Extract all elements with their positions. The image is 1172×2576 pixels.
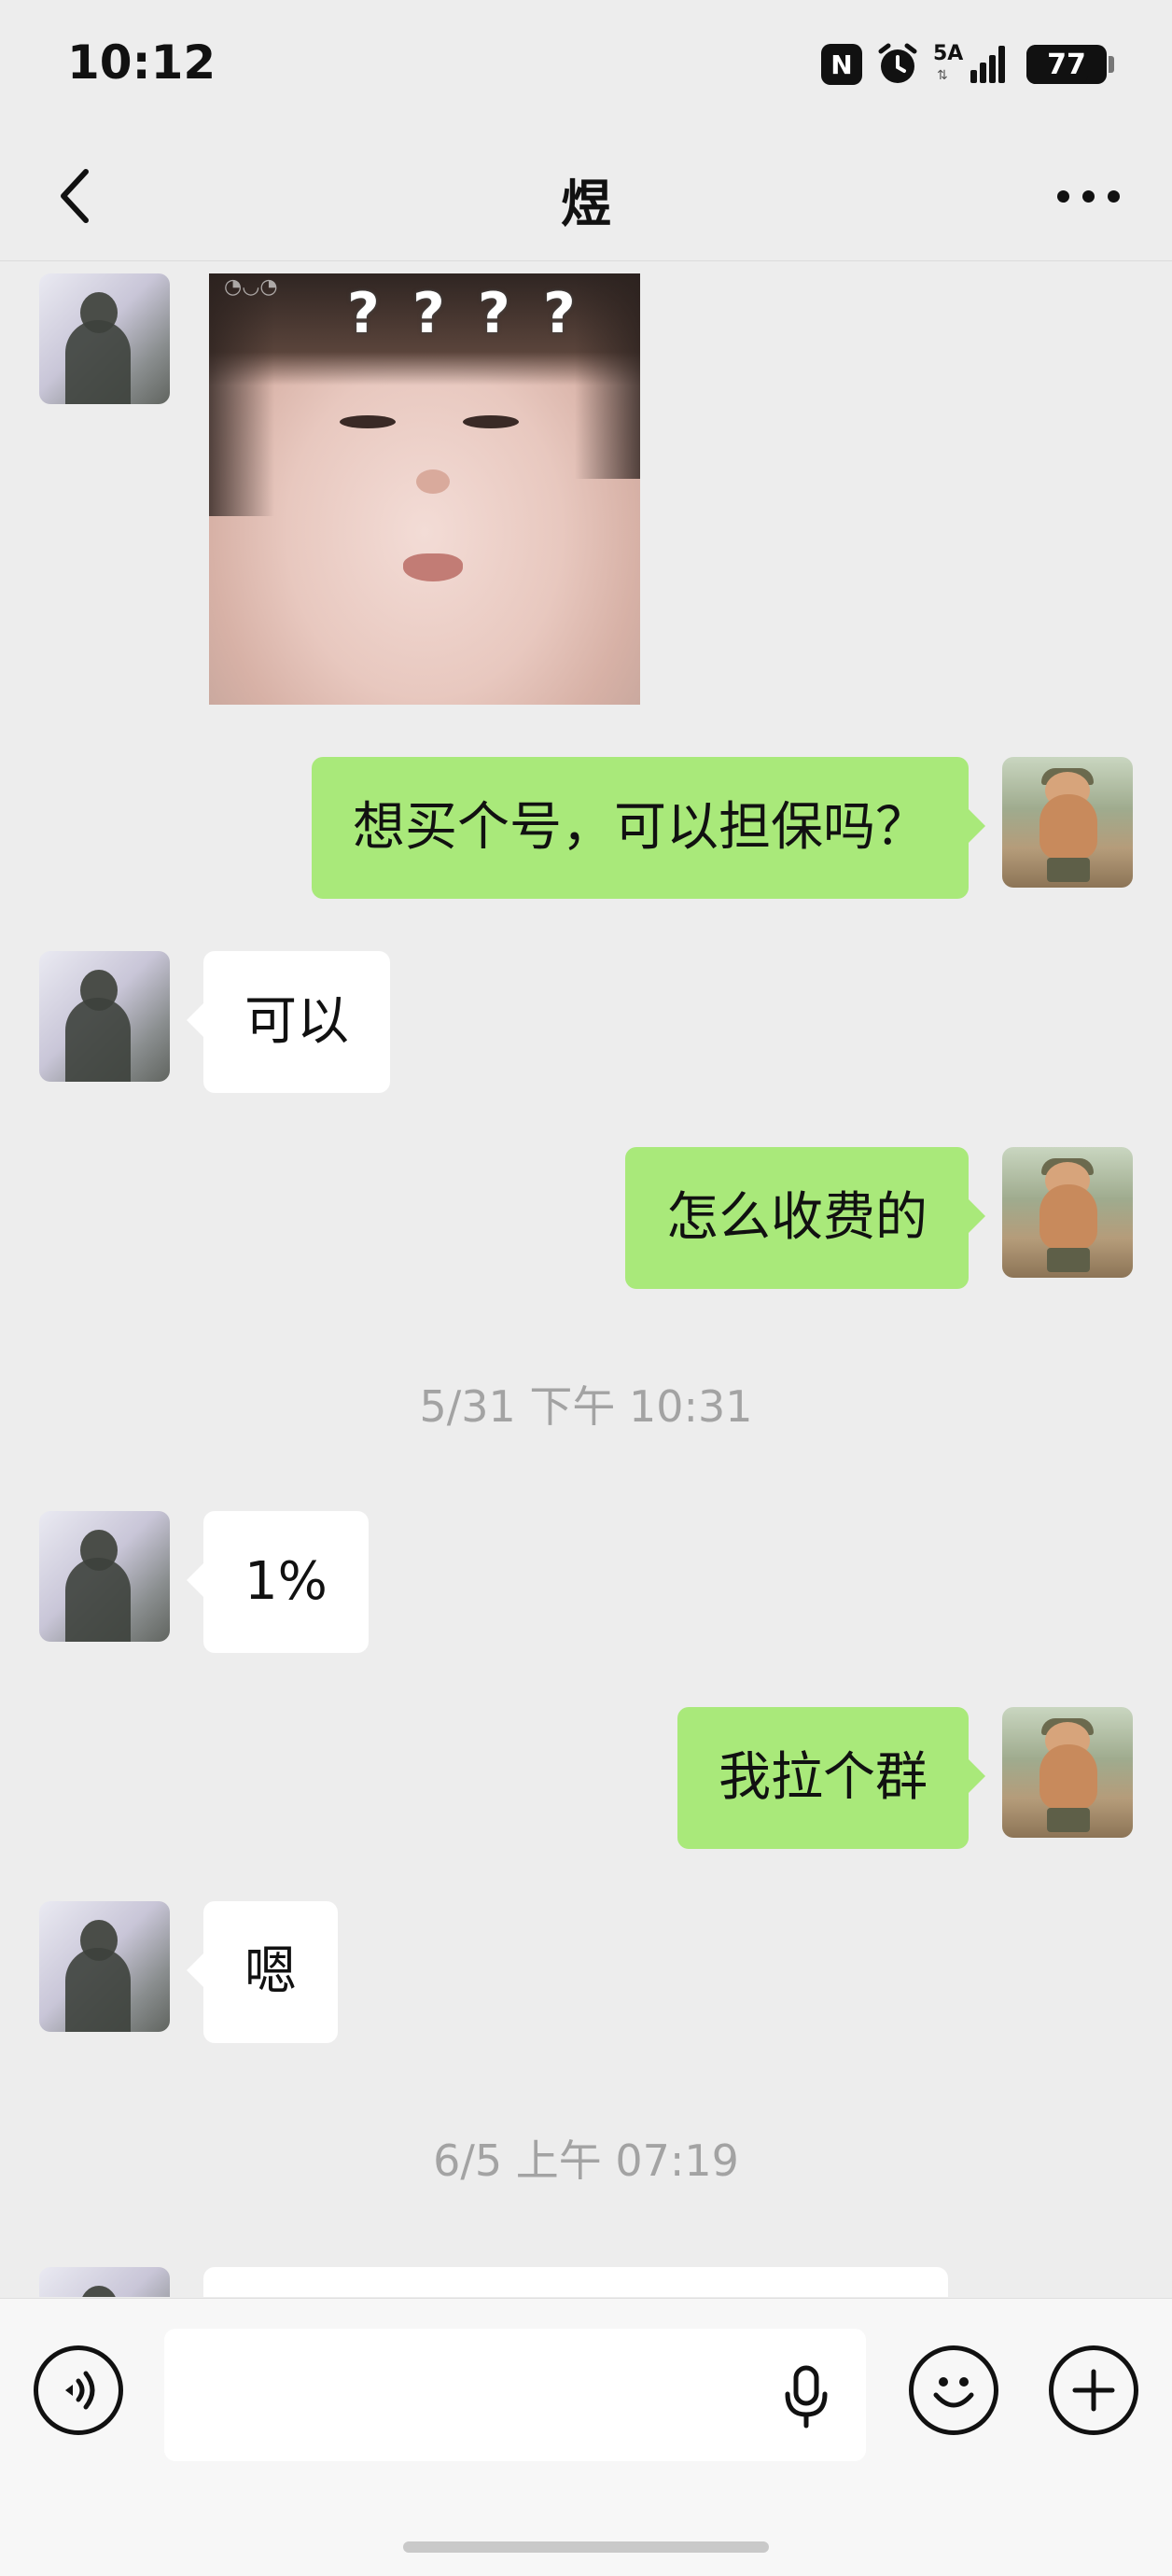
friend-avatar[interactable]: [39, 2267, 170, 2297]
message-bubble-sent[interactable]: 怎么收费的: [625, 1147, 985, 1289]
alarm-icon: [875, 42, 920, 87]
my-avatar[interactable]: [1002, 1707, 1133, 1838]
baby-face-sticker[interactable]: ◔◡◔ ? ? ? ?: [209, 273, 640, 705]
nfc-icon: N: [821, 44, 862, 85]
more-horizontal-icon: [1056, 189, 1069, 203]
friend-avatar[interactable]: [39, 951, 170, 1082]
plus-button[interactable]: [1049, 2345, 1138, 2435]
question-mark-icon: ?: [543, 281, 576, 346]
home-indicator[interactable]: [403, 2541, 769, 2553]
voice-mode-icon: [65, 2371, 95, 2410]
message-input[interactable]: [187, 2347, 746, 2441]
message-timestamp: 6/5 上午 07:19: [433, 2135, 739, 2186]
friend-avatar[interactable]: [39, 273, 170, 404]
input-bar: [0, 2298, 1172, 2576]
emoji-button[interactable]: [909, 2345, 998, 2435]
message-list[interactable]: ◔◡◔ ? ? ? ? 想买个号，可以担保吗？ 可以 怎么收费的 5/31 下午…: [0, 262, 1172, 2297]
friend-avatar[interactable]: [39, 1901, 170, 2032]
status-bar: 10:12 N 5A ⇅ 77: [0, 0, 1172, 131]
message-bubble-sent[interactable]: 我拉个群: [677, 1707, 985, 1849]
battery-icon: 77: [1026, 45, 1114, 84]
emoji-icon: [933, 2377, 974, 2408]
question-mark-icon: ?: [478, 281, 510, 346]
more-button[interactable]: [1041, 159, 1135, 233]
status-icons: N 5A ⇅ 77: [821, 41, 1114, 88]
message-bubble-received[interactable]: [203, 2267, 948, 2297]
my-avatar[interactable]: [1002, 1147, 1133, 1278]
battery-percent: 77: [1047, 48, 1086, 81]
message-bubble-received[interactable]: 1%: [187, 1511, 369, 1653]
message-timestamp: 5/31 下午 10:31: [419, 1381, 753, 1432]
signal-icon: 5A ⇅: [933, 42, 1013, 87]
question-mark-icon: ?: [347, 281, 380, 346]
chat-header: 煜: [0, 131, 1172, 261]
voice-button[interactable]: [34, 2345, 123, 2435]
message-bubble-received[interactable]: 嗯: [187, 1901, 338, 2043]
message-bubble-sent[interactable]: 想买个号，可以担保吗？: [312, 757, 985, 899]
message-bubble-received[interactable]: 可以: [187, 951, 390, 1093]
microphone-icon[interactable]: [778, 2364, 834, 2429]
chat-title: 煜: [561, 175, 611, 233]
message-input-box[interactable]: [164, 2329, 866, 2461]
plus-circle-icon: [1072, 2369, 1115, 2412]
status-time: 10:12: [67, 35, 216, 90]
question-mark-icon: ?: [412, 281, 445, 346]
my-avatar[interactable]: [1002, 757, 1133, 888]
friend-avatar[interactable]: [39, 1511, 170, 1642]
